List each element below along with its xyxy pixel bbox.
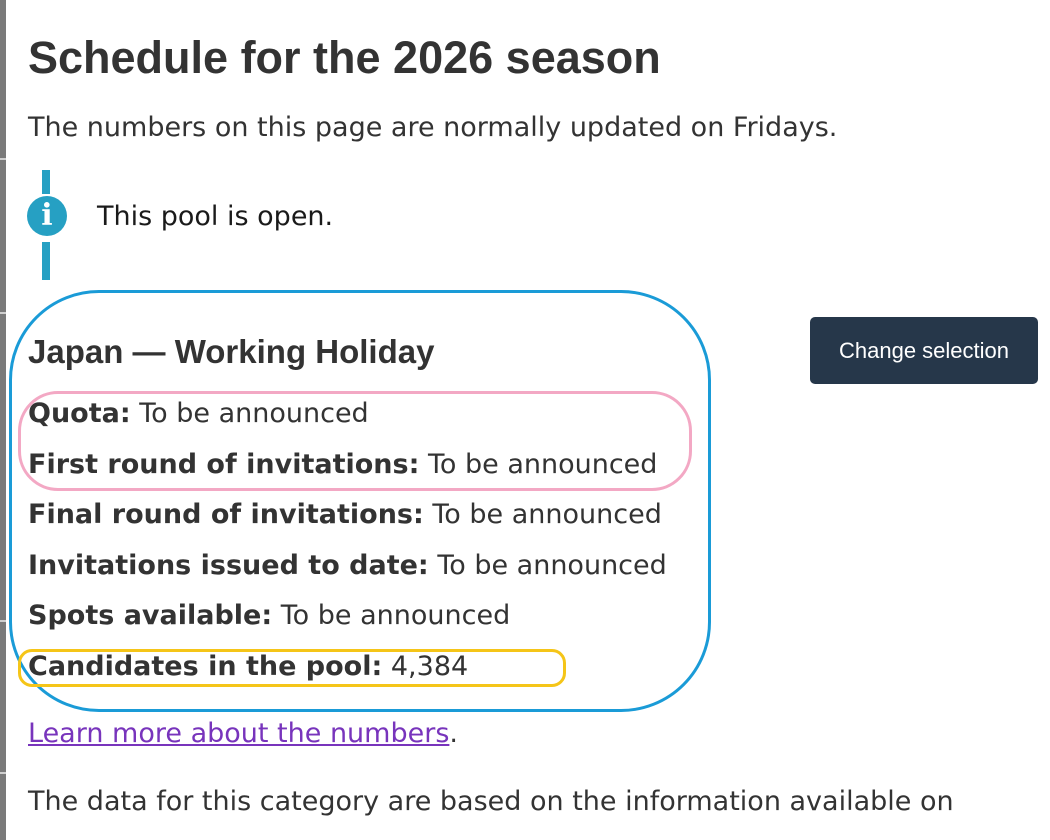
- page-title: Schedule for the 2026 season: [28, 32, 661, 83]
- fact-label: Candidates in the pool:: [28, 650, 383, 682]
- fact-label: First round of invitations:: [28, 448, 420, 480]
- alert-accent-bar: [42, 242, 50, 280]
- fact-value: To be announced: [280, 600, 511, 632]
- edge-tick: [0, 158, 6, 160]
- fact-candidates-in-pool: Candidates in the pool: 4,384: [28, 646, 667, 697]
- category-facts-list: Quota: To be announced First round of in…: [28, 393, 667, 697]
- edge-tick: [0, 312, 6, 314]
- fact-label: Invitations issued to date:: [28, 549, 429, 581]
- category-title: Japan — Working Holiday: [28, 333, 435, 370]
- fact-first-round: First round of invitations: To be announ…: [28, 444, 667, 495]
- fact-label: Final round of invitations:: [28, 499, 424, 531]
- learn-more-period: .: [449, 718, 458, 749]
- category-data-note: The data for this category are based on …: [28, 786, 954, 817]
- learn-more-line: Learn more about the numbers.: [28, 714, 458, 754]
- learn-more-link[interactable]: Learn more about the numbers: [28, 718, 449, 749]
- edge-tick: [0, 772, 6, 774]
- window-left-edge: [0, 0, 6, 840]
- fact-invitations-issued: Invitations issued to date: To be announ…: [28, 545, 667, 596]
- fact-value: To be announced: [427, 448, 658, 480]
- change-selection-button[interactable]: Change selection: [810, 317, 1038, 384]
- intro-text: The numbers on this page are normally up…: [28, 112, 838, 143]
- alert-text: This pool is open.: [97, 201, 334, 232]
- fact-value: To be announced: [432, 499, 662, 531]
- fact-value: To be announced: [139, 398, 369, 429]
- fact-spots-available: Spots available: To be announced: [28, 595, 667, 646]
- fact-final-round: Final round of invitations: To be announ…: [28, 494, 667, 545]
- edge-tick: [0, 620, 6, 622]
- alert-accent-bar: [42, 170, 50, 194]
- fact-quota: Quota: To be announced: [28, 393, 667, 444]
- fact-label: Quota:: [28, 398, 131, 429]
- info-icon: i: [27, 196, 67, 236]
- fact-label: Spots available:: [28, 600, 273, 632]
- fact-value: To be announced: [437, 549, 667, 581]
- fact-value: 4,384: [390, 650, 469, 682]
